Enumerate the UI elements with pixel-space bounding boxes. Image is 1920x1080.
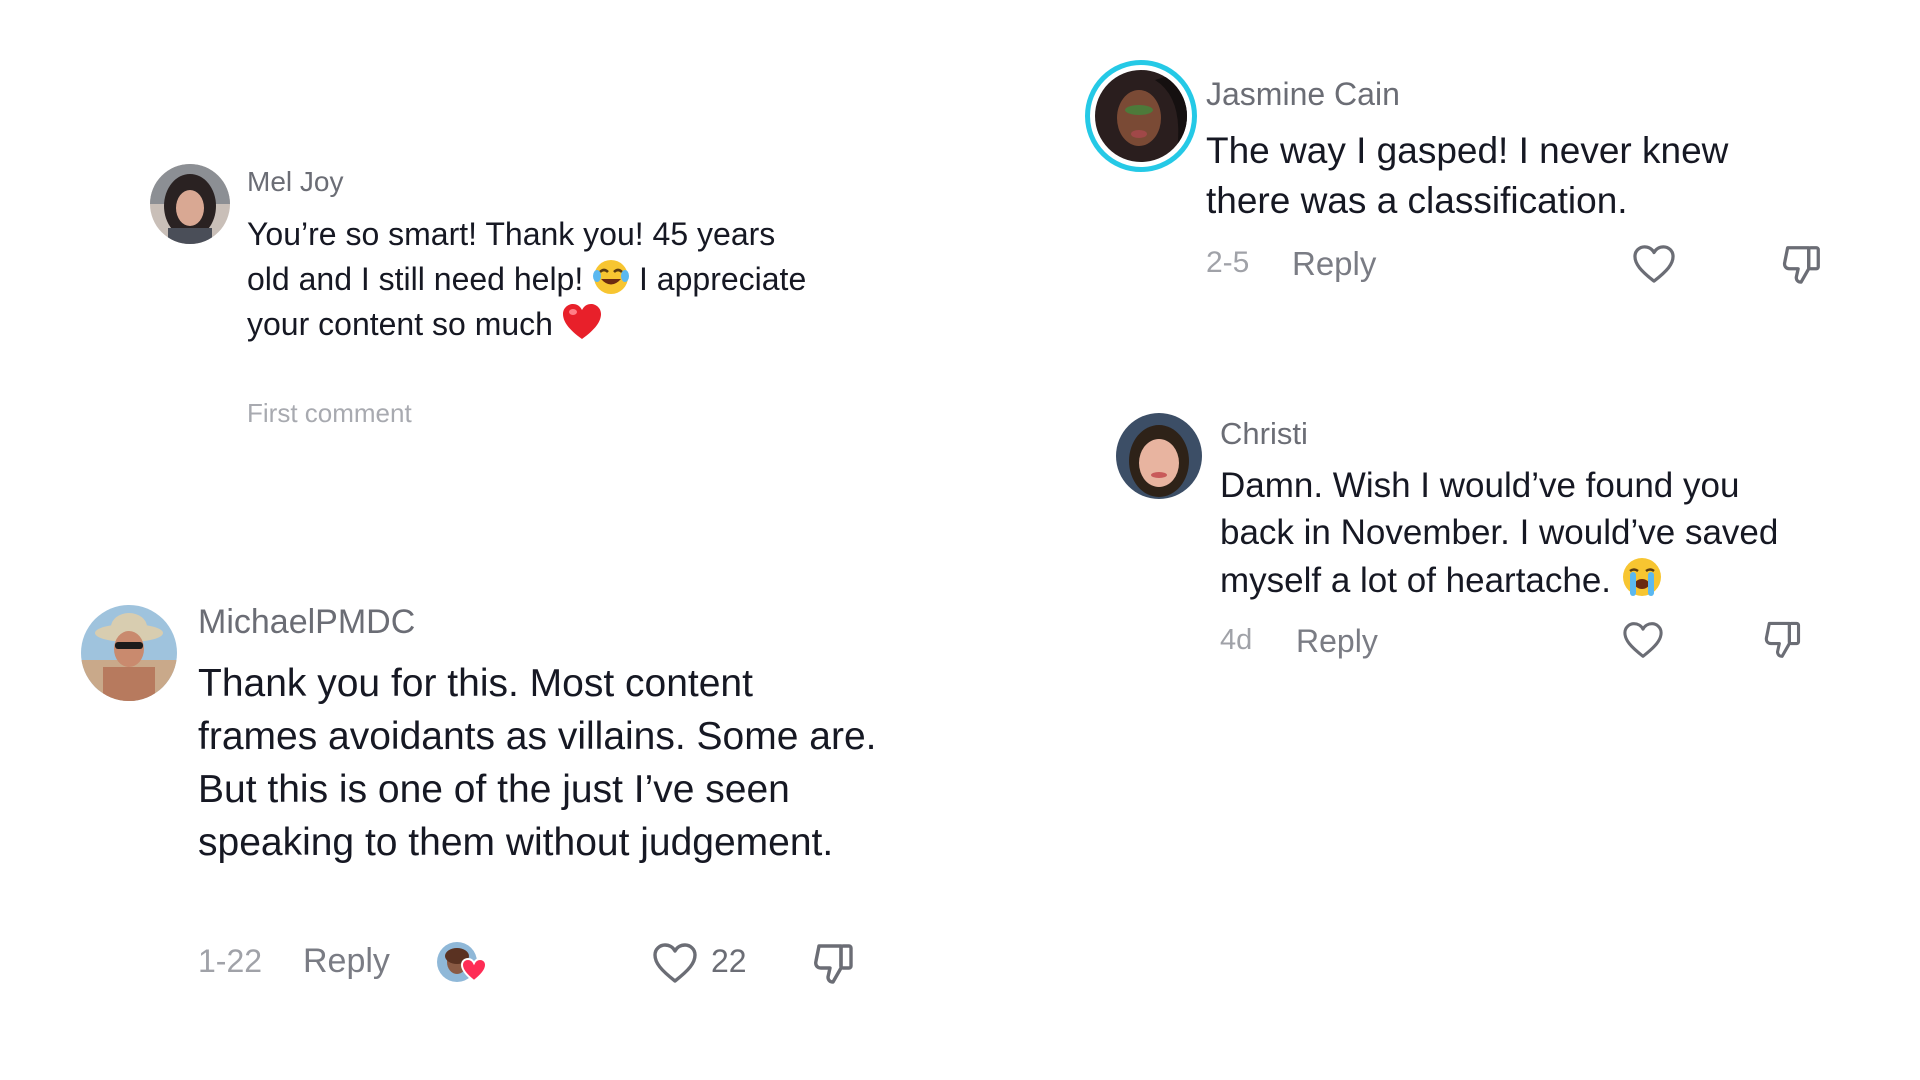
creator-liked-heart-icon bbox=[461, 958, 487, 982]
reply-button[interactable]: Reply bbox=[1292, 245, 1376, 283]
first-comment-label: First comment bbox=[247, 398, 412, 428]
comment-text: The way I gasped! I never knew there was… bbox=[1206, 130, 1729, 221]
tears-of-joy-emoji-icon bbox=[592, 258, 630, 296]
username[interactable]: Jasmine Cain bbox=[1206, 76, 1400, 113]
comment-date: 1-22 bbox=[198, 943, 263, 979]
comment-text: Thank you for this. Most content frames … bbox=[198, 662, 877, 864]
username[interactable]: MichaelPMDC bbox=[198, 603, 415, 642]
username[interactable]: Mel Joy bbox=[247, 166, 343, 198]
thumbs-down-icon[interactable] bbox=[1780, 242, 1824, 286]
thumbs-down-icon[interactable] bbox=[811, 940, 857, 986]
thumbs-down-icon[interactable] bbox=[1762, 618, 1804, 660]
like-count: 22 bbox=[711, 943, 747, 979]
username[interactable]: Christi bbox=[1220, 416, 1308, 452]
red-heart-emoji-icon bbox=[562, 303, 602, 341]
comment-date: 4d bbox=[1220, 624, 1253, 656]
comment-date: 2-5 bbox=[1206, 246, 1250, 279]
loudly-crying-emoji-icon bbox=[1621, 556, 1663, 598]
reply-button[interactable]: Reply bbox=[1296, 623, 1378, 660]
avatar-jasmine-cain bbox=[1095, 70, 1187, 162]
avatar-michaelpmdc[interactable] bbox=[81, 605, 177, 701]
comment-text: You’re so smart! Thank you! 45 years old… bbox=[247, 212, 807, 347]
avatar-christi[interactable] bbox=[1116, 413, 1202, 499]
story-ring[interactable] bbox=[1085, 60, 1197, 172]
avatar-mel-joy[interactable] bbox=[150, 164, 230, 244]
reply-button[interactable]: Reply bbox=[303, 942, 390, 981]
heart-outline-icon[interactable] bbox=[652, 942, 698, 984]
heart-outline-icon[interactable] bbox=[1632, 244, 1676, 284]
heart-outline-icon[interactable] bbox=[1622, 621, 1664, 659]
comment-text-body: Damn. Wish I would’ve found you back in … bbox=[1220, 466, 1779, 600]
comment-text: Damn. Wish I would’ve found you back in … bbox=[1220, 462, 1820, 604]
